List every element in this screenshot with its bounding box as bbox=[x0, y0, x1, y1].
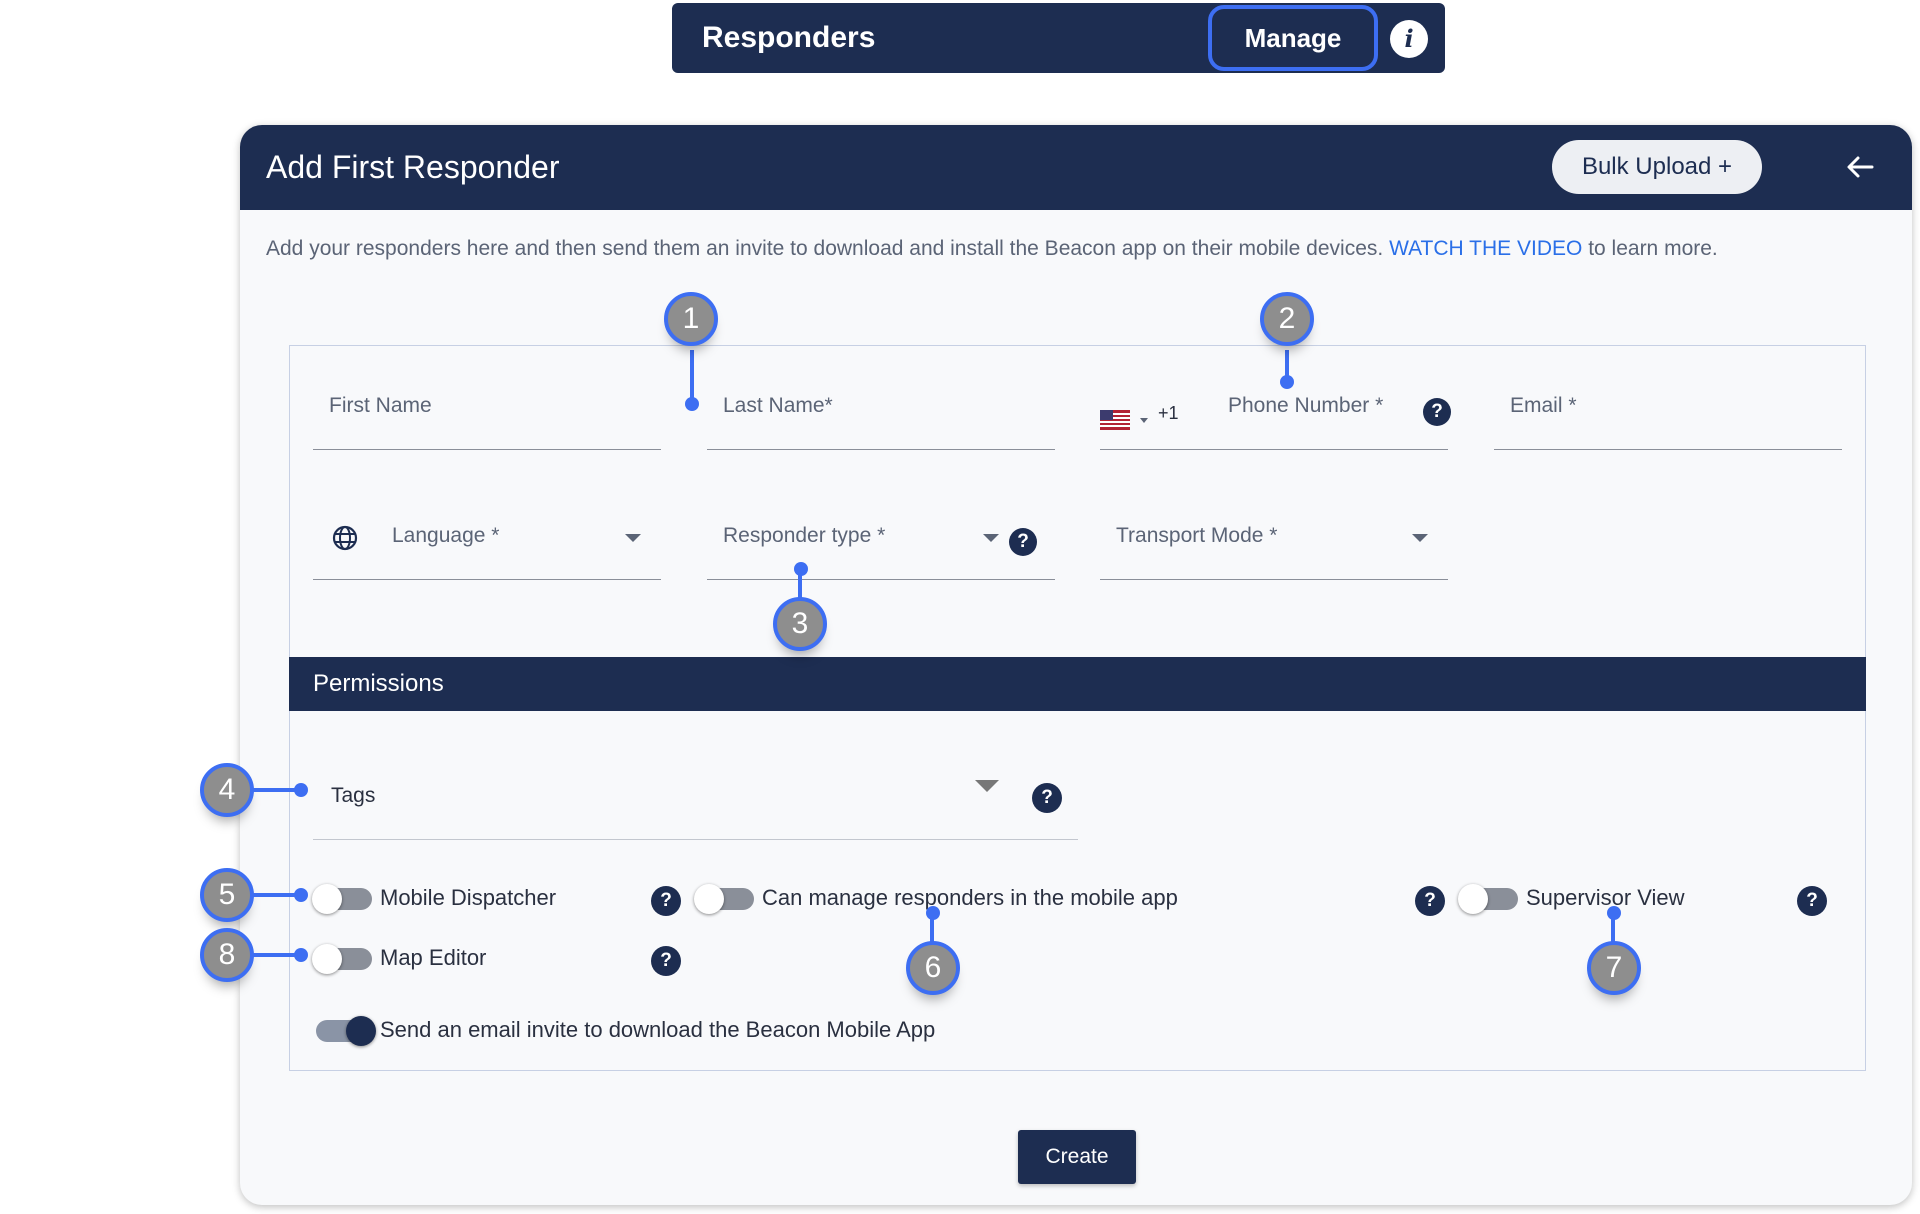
language-select[interactable]: Language * bbox=[313, 476, 661, 580]
page-title: Responders bbox=[702, 21, 876, 54]
callout-dot bbox=[1280, 375, 1294, 389]
transport-mode-select[interactable]: Transport Mode * bbox=[1100, 476, 1448, 580]
callout-line bbox=[252, 953, 298, 957]
phone-number-field[interactable]: +1 Phone Number * ? bbox=[1100, 346, 1451, 450]
toggle-knob bbox=[312, 944, 342, 974]
callout-dot bbox=[294, 948, 308, 962]
toggle-knob bbox=[346, 1016, 376, 1046]
callout-badge-2: 2 bbox=[1260, 292, 1314, 346]
callout-line bbox=[252, 893, 298, 897]
mobile-dispatcher-help-icon[interactable]: ? bbox=[651, 886, 681, 916]
bulk-upload-button[interactable]: Bulk Upload + bbox=[1552, 140, 1762, 194]
can-manage-toggle[interactable] bbox=[694, 884, 754, 914]
phone-number-label: Phone Number * bbox=[1228, 394, 1384, 417]
phone-help-icon[interactable]: ? bbox=[1423, 398, 1451, 426]
map-editor-label: Map Editor bbox=[380, 945, 487, 970]
language-chevron-icon[interactable] bbox=[625, 534, 641, 542]
callout-badge-8: 8 bbox=[200, 928, 254, 982]
email-field[interactable]: Email * bbox=[1494, 346, 1842, 450]
language-label: Language * bbox=[392, 524, 500, 547]
callout-badge-6: 6 bbox=[906, 941, 960, 995]
callout-badge-7: 7 bbox=[1587, 941, 1641, 995]
callout-line bbox=[1611, 914, 1615, 944]
mobile-dispatcher-label: Mobile Dispatcher bbox=[380, 885, 557, 910]
email-invite-label: Send an email invite to download the Bea… bbox=[380, 1017, 936, 1042]
map-editor-help-icon[interactable]: ? bbox=[651, 946, 681, 976]
intro-text-end: to learn more. bbox=[1582, 237, 1718, 260]
last-name-label: Last Name* bbox=[723, 394, 833, 417]
responder-type-chevron-icon[interactable] bbox=[983, 534, 999, 542]
tags-help-icon[interactable]: ? bbox=[1032, 783, 1062, 813]
intro-text-start: Add your responders here and then send t… bbox=[266, 237, 1390, 260]
callout-badge-5: 5 bbox=[200, 868, 254, 922]
tags-chevron-icon[interactable] bbox=[975, 780, 999, 792]
supervisor-view-help-icon[interactable]: ? bbox=[1797, 886, 1827, 916]
create-button[interactable]: Create bbox=[1018, 1130, 1136, 1184]
top-nav-bar: Responders Manage i bbox=[672, 3, 1445, 73]
first-name-field[interactable]: First Name bbox=[313, 346, 661, 450]
supervisor-view-toggle[interactable] bbox=[1458, 884, 1518, 914]
transport-mode-label: Transport Mode * bbox=[1116, 524, 1278, 547]
callout-line bbox=[690, 350, 694, 402]
callout-line bbox=[930, 914, 934, 944]
email-invite-toggle[interactable] bbox=[316, 1016, 376, 1046]
can-manage-label: Can manage responders in the mobile app bbox=[762, 885, 1178, 910]
card-header: Add First Responder Bulk Upload + bbox=[240, 125, 1912, 210]
toggle-knob bbox=[694, 884, 724, 914]
first-name-label: First Name bbox=[329, 394, 432, 417]
manage-button[interactable]: Manage bbox=[1208, 5, 1378, 71]
toggle-knob bbox=[1458, 884, 1488, 914]
permissions-header: Permissions bbox=[289, 657, 1866, 711]
last-name-field[interactable]: Last Name* bbox=[707, 346, 1055, 450]
info-icon[interactable]: i bbox=[1390, 20, 1428, 58]
add-responder-card: Add First Responder Bulk Upload + Add yo… bbox=[240, 125, 1912, 1205]
callout-line bbox=[798, 570, 802, 600]
phone-code: +1 bbox=[1158, 403, 1179, 423]
can-manage-help-icon[interactable]: ? bbox=[1415, 886, 1445, 916]
screen: Responders Manage i Add First Responder … bbox=[0, 0, 1920, 1214]
callout-badge-1: 1 bbox=[664, 292, 718, 346]
callout-dot bbox=[294, 888, 308, 902]
toggle-knob bbox=[312, 884, 342, 914]
permissions-title: Permissions bbox=[313, 670, 444, 697]
us-flag-icon[interactable] bbox=[1100, 410, 1130, 430]
responder-type-help-icon[interactable]: ? bbox=[1009, 528, 1037, 556]
country-chevron-icon[interactable] bbox=[1140, 418, 1148, 423]
back-arrow-icon[interactable] bbox=[1840, 147, 1880, 187]
globe-icon bbox=[332, 525, 358, 551]
tags-label: Tags bbox=[331, 784, 376, 807]
map-editor-toggle[interactable] bbox=[312, 944, 372, 974]
callout-badge-4: 4 bbox=[200, 763, 254, 817]
callout-badge-3: 3 bbox=[773, 597, 827, 651]
watch-video-link[interactable]: WATCH THE VIDEO bbox=[1389, 237, 1582, 260]
intro-text: Add your responders here and then send t… bbox=[266, 233, 1906, 265]
transport-mode-chevron-icon[interactable] bbox=[1412, 534, 1428, 542]
email-label: Email * bbox=[1510, 394, 1577, 417]
responder-type-label: Responder type * bbox=[723, 524, 886, 547]
callout-line bbox=[252, 788, 298, 792]
supervisor-view-label: Supervisor View bbox=[1526, 885, 1685, 910]
responder-type-select[interactable]: Responder type * ? bbox=[707, 476, 1055, 580]
callout-dot bbox=[685, 397, 699, 411]
mobile-dispatcher-toggle[interactable] bbox=[312, 884, 372, 914]
card-title: Add First Responder bbox=[266, 149, 560, 185]
callout-dot bbox=[294, 783, 308, 797]
tags-select[interactable]: Tags ? bbox=[313, 726, 1078, 840]
